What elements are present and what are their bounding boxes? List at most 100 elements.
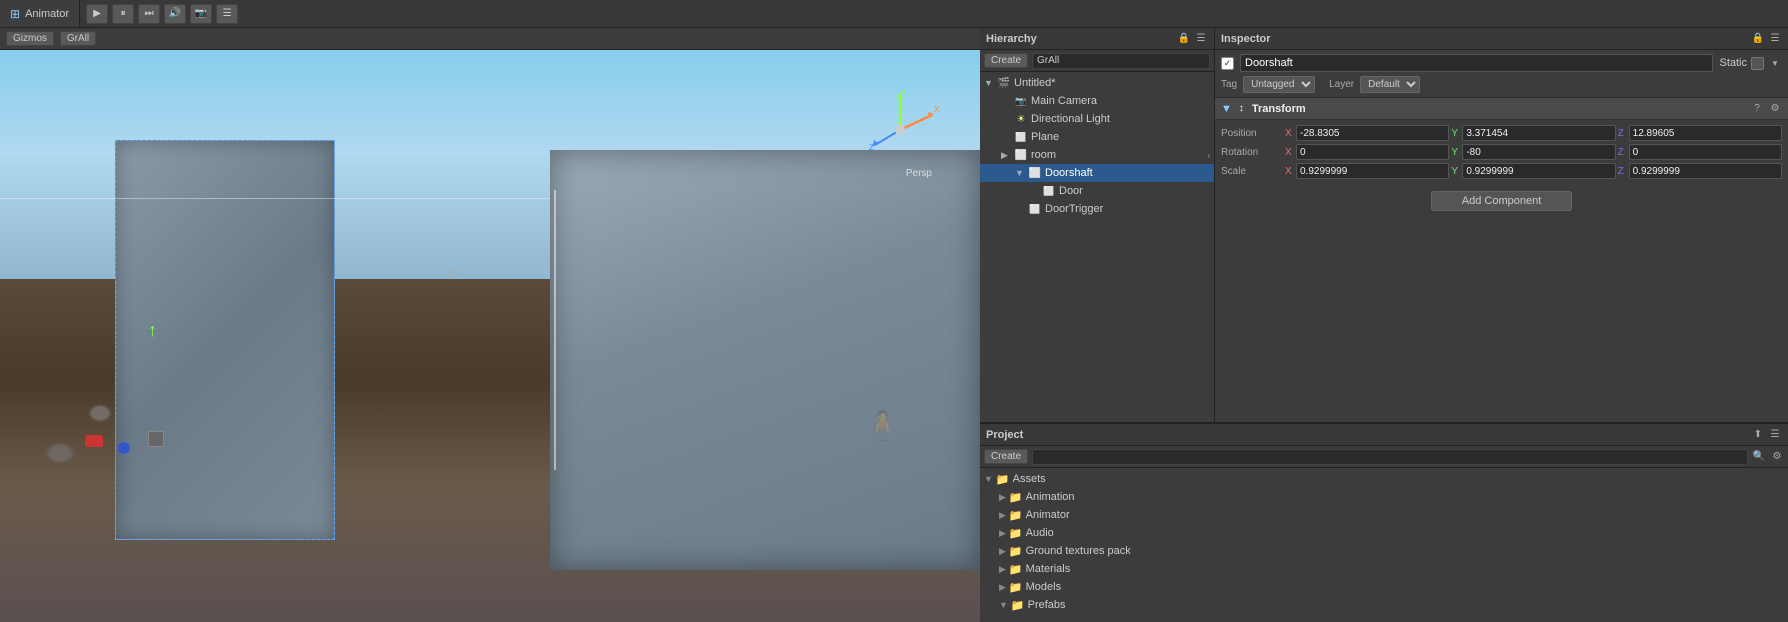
layer-select[interactable]: Default <box>1360 76 1420 93</box>
audio-arrow: ▶ <box>999 528 1006 539</box>
project-assets-root[interactable]: ▼ 📁 Assets <box>980 470 1788 488</box>
project-title: Project <box>986 429 1023 441</box>
plane-icon: ⬜ <box>1014 130 1028 144</box>
animator-tab[interactable]: ⊞ Animator <box>0 0 80 27</box>
ground-textures-label: Ground textures pack <box>1026 545 1131 557</box>
project-item-animator[interactable]: ▶ 📁 Animator <box>980 506 1788 524</box>
toolbar-btn-1[interactable]: ▶ <box>86 4 108 24</box>
project-item-audio[interactable]: ▶ 📁 Audio <box>980 524 1788 542</box>
hierarchy-create-btn[interactable]: Create <box>984 53 1028 68</box>
obj-red <box>85 435 103 447</box>
object-active-checkbox[interactable]: ✓ <box>1221 57 1234 70</box>
top-bar: ⊞ Animator ▶ ⏸ ⏭ 🔊 📷 ☰ <box>0 0 1788 28</box>
object-name-field[interactable] <box>1240 54 1713 72</box>
project-item-animation[interactable]: ▶ 📁 Animation <box>980 488 1788 506</box>
project-item-prefabs[interactable]: ▼ 📁 Prefabs <box>980 596 1788 614</box>
door-label: Door <box>1059 185 1083 197</box>
obj-blue <box>118 442 130 454</box>
pos-z-field: Z <box>1618 125 1782 141</box>
project-create-btn[interactable]: Create <box>984 449 1028 464</box>
pos-y-letter: Y <box>1451 128 1461 139</box>
project-filter-icon[interactable]: ⚙ <box>1770 450 1784 464</box>
project-item-ground-textures[interactable]: ▶ 📁 Ground textures pack <box>980 542 1788 560</box>
inspector-menu-icon[interactable]: ☰ <box>1768 32 1782 46</box>
static-label: Static <box>1719 57 1747 69</box>
hierarchy-item-plane[interactable]: ⬜ Plane <box>980 128 1214 146</box>
svg-text:Z: Z <box>869 143 874 152</box>
toolbar-btn-5[interactable]: 📷 <box>190 4 212 24</box>
room-chevron: › <box>1207 151 1210 160</box>
hierarchy-item-room[interactable]: ▶ ⬜ room › <box>980 146 1214 164</box>
project-search-icon[interactable]: 🔍 <box>1752 450 1766 464</box>
scale-y-input[interactable] <box>1462 163 1615 179</box>
project-item-models[interactable]: ▶ 📁 Models <box>980 578 1788 596</box>
door-frame-line <box>554 190 556 470</box>
models-arrow: ▶ <box>999 582 1006 593</box>
svg-text:X: X <box>934 105 940 114</box>
toolbar-btn-4[interactable]: 🔊 <box>164 4 186 24</box>
tag-select[interactable]: Untagged <box>1243 76 1315 93</box>
static-row: Static ▼ <box>1719 56 1782 70</box>
pos-y-input[interactable] <box>1462 125 1615 141</box>
rot-x-input[interactable] <box>1296 144 1449 160</box>
hierarchy-header: Hierarchy 🔒 ☰ <box>980 28 1214 50</box>
inspector-lock-icon[interactable]: 🔒 <box>1751 32 1765 46</box>
transform-gizmo[interactable]: Y X Z <box>860 90 940 170</box>
hierarchy-item-directional-light[interactable]: ☀ Directional Light <box>980 110 1214 128</box>
hierarchy-menu-icon[interactable]: ☰ <box>1194 32 1208 46</box>
project-panel: Project ⬆ ☰ Create 🔍 ⚙ ▼ 📁 Assets <box>980 423 1788 622</box>
transform-component-header[interactable]: ▼ ↕ Transform ? ⚙ <box>1215 98 1788 120</box>
hierarchy-item-doortrigger[interactable]: ⬜ DoorTrigger <box>980 200 1214 218</box>
hierarchy-item-doorshaft[interactable]: ▼ ⬜ Doorshaft <box>980 164 1214 182</box>
right-panels: Hierarchy 🔒 ☰ Create ▼ 🎬 Untitled* <box>980 28 1788 622</box>
hierarchy-lock-icon[interactable]: 🔒 <box>1177 32 1191 46</box>
hierarchy-item-main-camera[interactable]: 📷 Main Camera <box>980 92 1214 110</box>
top-right: Hierarchy 🔒 ☰ Create ▼ 🎬 Untitled* <box>980 28 1788 423</box>
toolbar-btn-3[interactable]: ⏭ <box>138 4 160 24</box>
toolbar-btn-2[interactable]: ⏸ <box>112 4 134 24</box>
project-icon2[interactable]: ☰ <box>1768 428 1782 442</box>
pos-x-input[interactable] <box>1296 125 1449 141</box>
static-checkbox[interactable] <box>1751 57 1764 70</box>
position-row: Position X Y Z <box>1221 124 1782 142</box>
scene-viewport[interactable]: ↑ 🧍 <box>0 50 980 622</box>
toolbar-btn-6[interactable]: ☰ <box>216 4 238 24</box>
pos-x-letter: X <box>1285 128 1295 139</box>
transform-question-icon[interactable]: ? <box>1750 103 1764 114</box>
add-component-button[interactable]: Add Component <box>1431 191 1573 211</box>
tag-layer-row: Tag Untagged Layer Default <box>1221 76 1782 93</box>
gizmos-button[interactable]: Gizmos <box>6 31 54 46</box>
hierarchy-item-door[interactable]: ⬜ Door <box>980 182 1214 200</box>
center-dot <box>450 270 458 278</box>
ghost-figure: 🧍 <box>865 409 900 442</box>
inspector-name-row: ✓ Static ▼ <box>1221 54 1782 72</box>
scale-row: Scale X Y Z <box>1221 162 1782 180</box>
project-item-materials[interactable]: ▶ 📁 Materials <box>980 560 1788 578</box>
prefabs-arrow: ▼ <box>999 600 1008 610</box>
all-button[interactable]: GrAll <box>60 31 96 46</box>
transform-fields: Position X Y Z <box>1215 120 1788 185</box>
inspector-header: Inspector 🔒 ☰ <box>1215 28 1788 50</box>
materials-folder-icon: 📁 <box>1009 563 1023 576</box>
rot-y-input[interactable] <box>1462 144 1615 160</box>
root-folder-icon: 🎬 <box>997 76 1011 90</box>
scale-xyz: X Y Z <box>1285 163 1782 179</box>
static-dropdown-icon[interactable]: ▼ <box>1768 56 1782 70</box>
project-icon1[interactable]: ⬆ <box>1751 428 1765 442</box>
project-content: ▼ 📁 Assets ▶ 📁 Animation ▶ 📁 Animator <box>980 468 1788 622</box>
hierarchy-search[interactable] <box>1032 53 1210 69</box>
rot-z-input[interactable] <box>1629 144 1782 160</box>
pos-z-input[interactable] <box>1629 125 1782 141</box>
project-search-input[interactable] <box>1032 449 1748 465</box>
transform-settings-icon[interactable]: ⚙ <box>1768 103 1782 114</box>
room-icon: ⬜ <box>1014 148 1028 162</box>
hierarchy-root[interactable]: ▼ 🎬 Untitled* <box>980 74 1214 92</box>
scale-z-input[interactable] <box>1629 163 1782 179</box>
pos-y-field: Y <box>1451 125 1615 141</box>
doortrigger-label: DoorTrigger <box>1045 203 1103 215</box>
scale-x-input[interactable] <box>1296 163 1449 179</box>
scale-z-field: Z <box>1618 163 1782 179</box>
audio-folder-icon: 📁 <box>1009 527 1023 540</box>
main-layout: Gizmos GrAll ↑ 🧍 <box>0 28 1788 622</box>
scene-panel: Gizmos GrAll ↑ 🧍 <box>0 28 980 622</box>
